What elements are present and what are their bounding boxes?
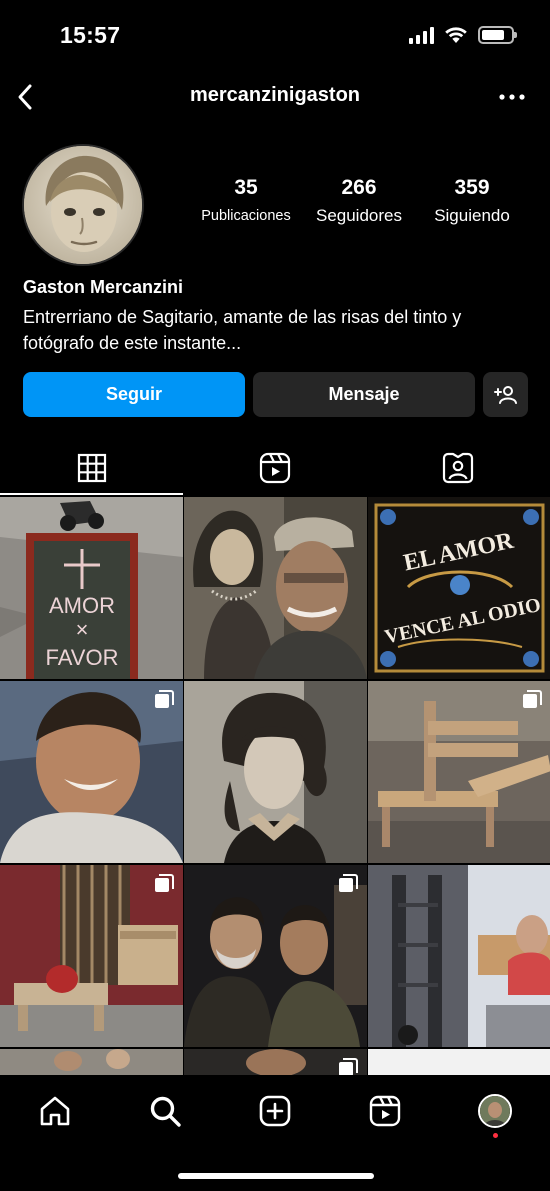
suggest-accounts-button[interactable] — [483, 372, 528, 417]
nav-home[interactable] — [33, 1089, 77, 1133]
profile-bio: Entrerriano de Sagitario, amante de las … — [23, 304, 538, 356]
carousel-indicator-icon — [339, 874, 358, 892]
more-options-button[interactable] — [496, 82, 528, 112]
more-horizontal-icon — [499, 94, 525, 100]
posts-label: Publicaciones — [201, 208, 291, 224]
home-icon — [40, 1096, 70, 1126]
bottom-navigation — [0, 1075, 550, 1191]
post-thumbnail[interactable]: AMOR × FAVOR — [0, 497, 183, 679]
post-image: AMOR × FAVOR — [0, 497, 183, 679]
sign-text: × — [76, 617, 89, 642]
profile-avatar-icon — [478, 1094, 512, 1128]
carousel-indicator-icon — [339, 1058, 358, 1075]
create-icon — [259, 1095, 291, 1127]
following-count: 359 — [454, 176, 490, 199]
carousel-indicator-icon — [523, 690, 542, 708]
sign-text: FAVOR — [46, 645, 119, 670]
status-time: 15:57 — [60, 22, 121, 48]
tab-grid[interactable] — [0, 440, 183, 495]
posts-grid: AMOR × FAVOR EL AMOR VENCE AL ODIO — [0, 497, 550, 1075]
post-thumbnail[interactable] — [0, 1049, 183, 1075]
page-title-username: mercanzinigaston — [189, 84, 361, 106]
bio-line[interactable]: fotógrafo de este instante... — [23, 330, 538, 356]
nav-search[interactable] — [143, 1089, 187, 1133]
battery-icon — [478, 26, 517, 44]
post-thumbnail[interactable] — [368, 865, 550, 1047]
wifi-icon — [445, 27, 467, 43]
post-image — [0, 1049, 183, 1075]
post-thumbnail[interactable] — [368, 1049, 550, 1075]
post-thumbnail[interactable]: EL AMOR VENCE AL ODIO — [368, 497, 550, 679]
nav-profile[interactable] — [473, 1089, 517, 1133]
status-bar: 15:57 — [0, 0, 550, 72]
post-thumbnail[interactable] — [0, 865, 183, 1047]
profile-stats: 35 Publicaciones 266 Seguidores 359 Sigu… — [188, 176, 534, 236]
stat-posts[interactable]: 35 Publicaciones — [188, 176, 304, 224]
followers-label: Seguidores — [315, 206, 402, 225]
sign-text: AMOR — [49, 593, 115, 618]
following-label: Siguiendo — [434, 206, 510, 225]
stat-followers[interactable]: 266 Seguidores — [306, 176, 412, 226]
profile-avatar[interactable] — [22, 144, 144, 266]
post-thumbnail[interactable] — [184, 681, 367, 863]
profile-tabs — [0, 440, 550, 495]
avatar-photo — [24, 146, 142, 264]
tagged-icon — [442, 452, 473, 483]
status-icons — [409, 26, 517, 44]
post-image — [184, 497, 367, 679]
tab-tagged[interactable] — [366, 440, 549, 495]
home-indicator[interactable] — [178, 1173, 374, 1179]
add-person-icon — [493, 385, 517, 404]
tab-reels[interactable] — [183, 440, 366, 495]
profile-display-name: Gaston Mercanzini — [23, 277, 184, 297]
cellular-signal-icon — [409, 26, 434, 44]
carousel-indicator-icon — [155, 690, 174, 708]
posts-count: 35 — [234, 176, 258, 199]
post-image — [184, 681, 367, 863]
post-image — [368, 865, 550, 1047]
post-thumbnail[interactable] — [368, 681, 550, 863]
nav-reels[interactable] — [363, 1089, 407, 1133]
reels-icon — [369, 1095, 401, 1127]
post-thumbnail[interactable] — [184, 1049, 367, 1075]
notification-dot — [493, 1133, 498, 1138]
post-thumbnail[interactable] — [184, 497, 367, 679]
grid-icon — [77, 453, 106, 482]
battery-level — [482, 30, 504, 40]
follow-button[interactable]: Seguir — [23, 372, 245, 417]
followers-count: 266 — [341, 176, 377, 199]
post-thumbnail[interactable] — [184, 865, 367, 1047]
search-icon — [150, 1096, 181, 1127]
bio-line: Entrerriano de Sagitario, amante de las … — [23, 307, 462, 327]
stat-following[interactable]: 359 Siguiendo — [422, 176, 522, 226]
nav-create[interactable] — [253, 1089, 297, 1133]
reels-icon — [259, 452, 290, 483]
carousel-indicator-icon — [155, 874, 174, 892]
post-thumbnail[interactable] — [0, 681, 183, 863]
active-tab-indicator — [0, 493, 183, 495]
post-image: EL AMOR VENCE AL ODIO — [368, 497, 550, 679]
message-button[interactable]: Mensaje — [253, 372, 475, 417]
profile-header: mercanzinigaston — [0, 72, 550, 122]
